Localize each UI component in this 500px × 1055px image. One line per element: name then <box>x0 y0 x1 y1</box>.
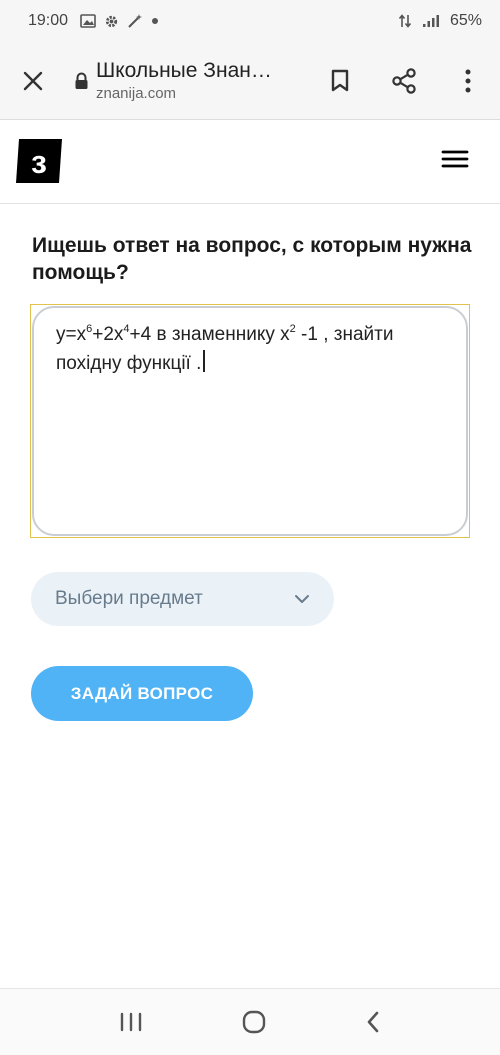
more-vert-icon <box>465 69 471 92</box>
menu-button[interactable] <box>438 142 474 178</box>
text-caret <box>203 350 206 372</box>
bookmark-button[interactable] <box>308 42 372 120</box>
data-arrows-icon <box>398 14 412 28</box>
magic-wand-icon <box>128 14 143 28</box>
bookmark-icon <box>331 69 349 91</box>
site-header: з <box>0 120 500 204</box>
subject-select[interactable]: Выбери предмет <box>31 572 334 626</box>
chevron-down-icon <box>295 595 309 603</box>
page-url: znanija.com <box>96 85 177 102</box>
logo-letter: з <box>31 144 47 180</box>
question-text-part: y=x <box>56 324 87 345</box>
question-text-part: +2x <box>92 324 124 345</box>
gallery-icon <box>80 14 96 28</box>
status-time: 19:00 <box>28 12 69 29</box>
browser-toolbar: Школьные Знан… znanija.com <box>0 42 500 120</box>
menu-icon <box>441 150 469 168</box>
close-icon <box>23 71 43 90</box>
page-title: Школьные Знан… <box>96 59 272 82</box>
page-heading: Ищешь ответ на вопрос, с которым нужна п… <box>32 234 472 284</box>
system-nav-bar <box>0 988 500 1055</box>
question-textarea[interactable]: y=x6+2x4+4 в знаменнику x2 -1 , знайти п… <box>32 306 468 536</box>
question-text-part: +4 в знаменнику x <box>129 324 290 345</box>
address-area[interactable]: Школьные Знан… znanija.com <box>96 59 308 102</box>
signal-icon <box>422 15 439 27</box>
close-tab-button[interactable] <box>0 42 66 120</box>
share-button[interactable] <box>372 42 436 120</box>
back-icon[interactable] <box>364 1009 382 1035</box>
dot-icon <box>152 18 159 24</box>
znanija-logo[interactable]: з <box>16 139 62 183</box>
settings-icon <box>105 15 118 27</box>
lock-icon <box>75 72 87 89</box>
status-bar: 19:00 65% <box>0 0 500 42</box>
battery-level: 65% <box>449 12 482 29</box>
recent-apps-icon[interactable] <box>118 1011 144 1033</box>
share-icon <box>392 67 416 94</box>
more-options-button[interactable] <box>436 42 500 120</box>
home-icon[interactable] <box>241 1009 267 1035</box>
ask-question-button[interactable]: ЗАДАЙ ВОПРОС <box>31 666 253 721</box>
subject-placeholder: Выбери предмет <box>55 588 203 609</box>
